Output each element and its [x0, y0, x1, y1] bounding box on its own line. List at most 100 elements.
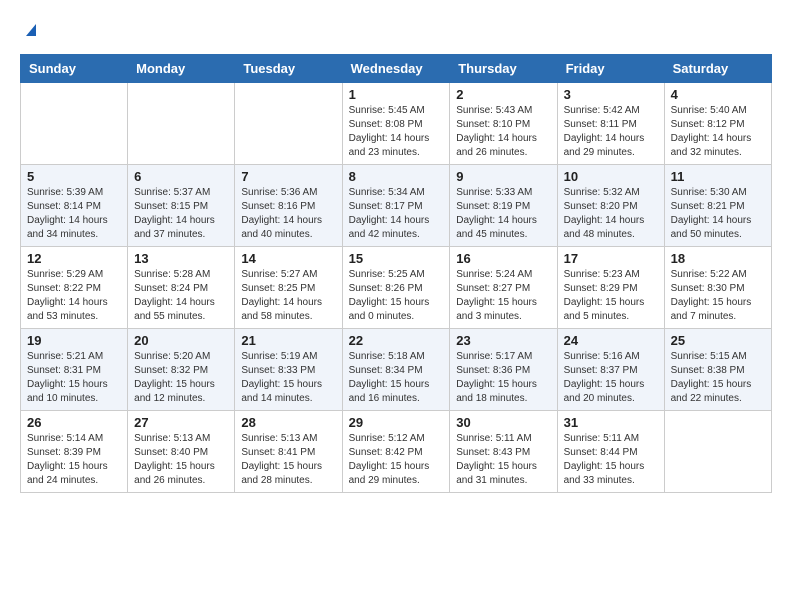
calendar-cell: 9 Sunrise: 5:33 AM Sunset: 8:19 PM Daylig… — [450, 165, 557, 247]
header — [20, 20, 772, 38]
calendar-cell: 24 Sunrise: 5:16 AM Sunset: 8:37 PM Dayli… — [557, 329, 664, 411]
day-info: Sunrise: 5:16 AM Sunset: 8:37 PM Dayligh… — [564, 350, 658, 406]
logo-icon — [22, 20, 40, 38]
day-info: Sunrise: 5:14 AM Sunset: 8:39 PM Dayligh… — [27, 432, 121, 488]
day-number: 7 — [241, 169, 335, 184]
day-info: Sunrise: 5:28 AM Sunset: 8:24 PM Dayligh… — [134, 268, 228, 324]
calendar-header-row: SundayMondayTuesdayWednesdayThursdayFrid… — [21, 55, 772, 83]
calendar-cell: 25 Sunrise: 5:15 AM Sunset: 8:38 PM Dayli… — [664, 329, 771, 411]
calendar-cell — [21, 83, 128, 165]
day-info: Sunrise: 5:40 AM Sunset: 8:12 PM Dayligh… — [671, 104, 765, 160]
calendar-cell: 26 Sunrise: 5:14 AM Sunset: 8:39 PM Dayli… — [21, 411, 128, 493]
day-number: 9 — [456, 169, 550, 184]
day-number: 15 — [349, 251, 444, 266]
day-info: Sunrise: 5:11 AM Sunset: 8:43 PM Dayligh… — [456, 432, 550, 488]
calendar-week-2: 5 Sunrise: 5:39 AM Sunset: 8:14 PM Daylig… — [21, 165, 772, 247]
calendar-cell: 23Sunrise: 5:17 AM Sunset: 8:36 PM Dayli… — [450, 329, 557, 411]
day-info: Sunrise: 5:11 AM Sunset: 8:44 PM Dayligh… — [564, 432, 658, 488]
day-number: 25 — [671, 333, 765, 348]
day-number: 11 — [671, 169, 765, 184]
day-number: 5 — [27, 169, 121, 184]
day-info: Sunrise: 5:24 AM Sunset: 8:27 PM Dayligh… — [456, 268, 550, 324]
day-info: Sunrise: 5:29 AM Sunset: 8:22 PM Dayligh… — [27, 268, 121, 324]
day-info: Sunrise: 5:34 AM Sunset: 8:17 PM Dayligh… — [349, 186, 444, 242]
day-info: Sunrise: 5:22 AM Sunset: 8:30 PM Dayligh… — [671, 268, 765, 324]
calendar-cell: 22 Sunrise: 5:18 AM Sunset: 8:34 PM Dayli… — [342, 329, 450, 411]
calendar-cell: 11 Sunrise: 5:30 AM Sunset: 8:21 PM Dayli… — [664, 165, 771, 247]
calendar-cell: 30 Sunrise: 5:11 AM Sunset: 8:43 PM Dayli… — [450, 411, 557, 493]
col-header-friday: Friday — [557, 55, 664, 83]
day-number: 3 — [564, 87, 658, 102]
day-info: Sunrise: 5:33 AM Sunset: 8:19 PM Dayligh… — [456, 186, 550, 242]
day-info: Sunrise: 5:23 AM Sunset: 8:29 PM Dayligh… — [564, 268, 658, 324]
day-number: 8 — [349, 169, 444, 184]
calendar-cell: 10 Sunrise: 5:32 AM Sunset: 8:20 PM Dayli… — [557, 165, 664, 247]
day-number: 21 — [241, 333, 335, 348]
logo — [20, 20, 40, 38]
calendar-cell: 5 Sunrise: 5:39 AM Sunset: 8:14 PM Daylig… — [21, 165, 128, 247]
day-number: 12 — [27, 251, 121, 266]
day-info: Sunrise: 5:13 AM Sunset: 8:40 PM Dayligh… — [134, 432, 228, 488]
day-info: Sunrise: 5:27 AM Sunset: 8:25 PM Dayligh… — [241, 268, 335, 324]
col-header-monday: Monday — [128, 55, 235, 83]
calendar-cell: 3Sunrise: 5:42 AM Sunset: 8:11 PM Daylig… — [557, 83, 664, 165]
day-number: 22 — [349, 333, 444, 348]
calendar-week-1: 1Sunrise: 5:45 AM Sunset: 8:08 PM Daylig… — [21, 83, 772, 165]
day-info: Sunrise: 5:15 AM Sunset: 8:38 PM Dayligh… — [671, 350, 765, 406]
day-number: 10 — [564, 169, 658, 184]
day-number: 23 — [456, 333, 550, 348]
calendar-cell: 8 Sunrise: 5:34 AM Sunset: 8:17 PM Daylig… — [342, 165, 450, 247]
day-info: Sunrise: 5:12 AM Sunset: 8:42 PM Dayligh… — [349, 432, 444, 488]
day-number: 31 — [564, 415, 658, 430]
day-number: 13 — [134, 251, 228, 266]
calendar-cell: 6 Sunrise: 5:37 AM Sunset: 8:15 PM Daylig… — [128, 165, 235, 247]
day-info: Sunrise: 5:25 AM Sunset: 8:26 PM Dayligh… — [349, 268, 444, 324]
calendar-cell: 1Sunrise: 5:45 AM Sunset: 8:08 PM Daylig… — [342, 83, 450, 165]
day-number: 6 — [134, 169, 228, 184]
day-info: Sunrise: 5:32 AM Sunset: 8:20 PM Dayligh… — [564, 186, 658, 242]
calendar-cell: 17 Sunrise: 5:23 AM Sunset: 8:29 PM Dayli… — [557, 247, 664, 329]
calendar-cell: 7Sunrise: 5:36 AM Sunset: 8:16 PM Daylig… — [235, 165, 342, 247]
day-info: Sunrise: 5:30 AM Sunset: 8:21 PM Dayligh… — [671, 186, 765, 242]
day-number: 28 — [241, 415, 335, 430]
calendar-cell: 19 Sunrise: 5:21 AM Sunset: 8:31 PM Dayli… — [21, 329, 128, 411]
day-info: Sunrise: 5:43 AM Sunset: 8:10 PM Dayligh… — [456, 104, 550, 160]
calendar-cell — [664, 411, 771, 493]
day-number: 16 — [456, 251, 550, 266]
calendar-cell: 29Sunrise: 5:12 AM Sunset: 8:42 PM Dayli… — [342, 411, 450, 493]
day-info: Sunrise: 5:19 AM Sunset: 8:33 PM Dayligh… — [241, 350, 335, 406]
day-number: 20 — [134, 333, 228, 348]
day-info: Sunrise: 5:21 AM Sunset: 8:31 PM Dayligh… — [27, 350, 121, 406]
calendar-week-5: 26 Sunrise: 5:14 AM Sunset: 8:39 PM Dayli… — [21, 411, 772, 493]
day-number: 24 — [564, 333, 658, 348]
calendar-cell: 27 Sunrise: 5:13 AM Sunset: 8:40 PM Dayli… — [128, 411, 235, 493]
day-number: 19 — [27, 333, 121, 348]
calendar-week-3: 12 Sunrise: 5:29 AM Sunset: 8:22 PM Dayli… — [21, 247, 772, 329]
day-info: Sunrise: 5:18 AM Sunset: 8:34 PM Dayligh… — [349, 350, 444, 406]
calendar-cell: 14 Sunrise: 5:27 AM Sunset: 8:25 PM Dayli… — [235, 247, 342, 329]
day-number: 2 — [456, 87, 550, 102]
day-number: 27 — [134, 415, 228, 430]
calendar-cell: 28 Sunrise: 5:13 AM Sunset: 8:41 PM Dayli… — [235, 411, 342, 493]
day-number: 18 — [671, 251, 765, 266]
day-number: 26 — [27, 415, 121, 430]
calendar-week-4: 19 Sunrise: 5:21 AM Sunset: 8:31 PM Dayli… — [21, 329, 772, 411]
col-header-thursday: Thursday — [450, 55, 557, 83]
day-info: Sunrise: 5:37 AM Sunset: 8:15 PM Dayligh… — [134, 186, 228, 242]
col-header-tuesday: Tuesday — [235, 55, 342, 83]
day-info: Sunrise: 5:45 AM Sunset: 8:08 PM Dayligh… — [349, 104, 444, 160]
calendar-cell: 16 Sunrise: 5:24 AM Sunset: 8:27 PM Dayli… — [450, 247, 557, 329]
calendar-cell — [128, 83, 235, 165]
calendar-cell: 20Sunrise: 5:20 AM Sunset: 8:32 PM Dayli… — [128, 329, 235, 411]
calendar-cell: 31 Sunrise: 5:11 AM Sunset: 8:44 PM Dayli… — [557, 411, 664, 493]
day-number: 14 — [241, 251, 335, 266]
calendar-cell: 13 Sunrise: 5:28 AM Sunset: 8:24 PM Dayli… — [128, 247, 235, 329]
day-info: Sunrise: 5:13 AM Sunset: 8:41 PM Dayligh… — [241, 432, 335, 488]
calendar-cell — [235, 83, 342, 165]
calendar: SundayMondayTuesdayWednesdayThursdayFrid… — [20, 54, 772, 493]
day-number: 30 — [456, 415, 550, 430]
day-number: 17 — [564, 251, 658, 266]
day-number: 4 — [671, 87, 765, 102]
calendar-cell: 12 Sunrise: 5:29 AM Sunset: 8:22 PM Dayli… — [21, 247, 128, 329]
day-info: Sunrise: 5:39 AM Sunset: 8:14 PM Dayligh… — [27, 186, 121, 242]
